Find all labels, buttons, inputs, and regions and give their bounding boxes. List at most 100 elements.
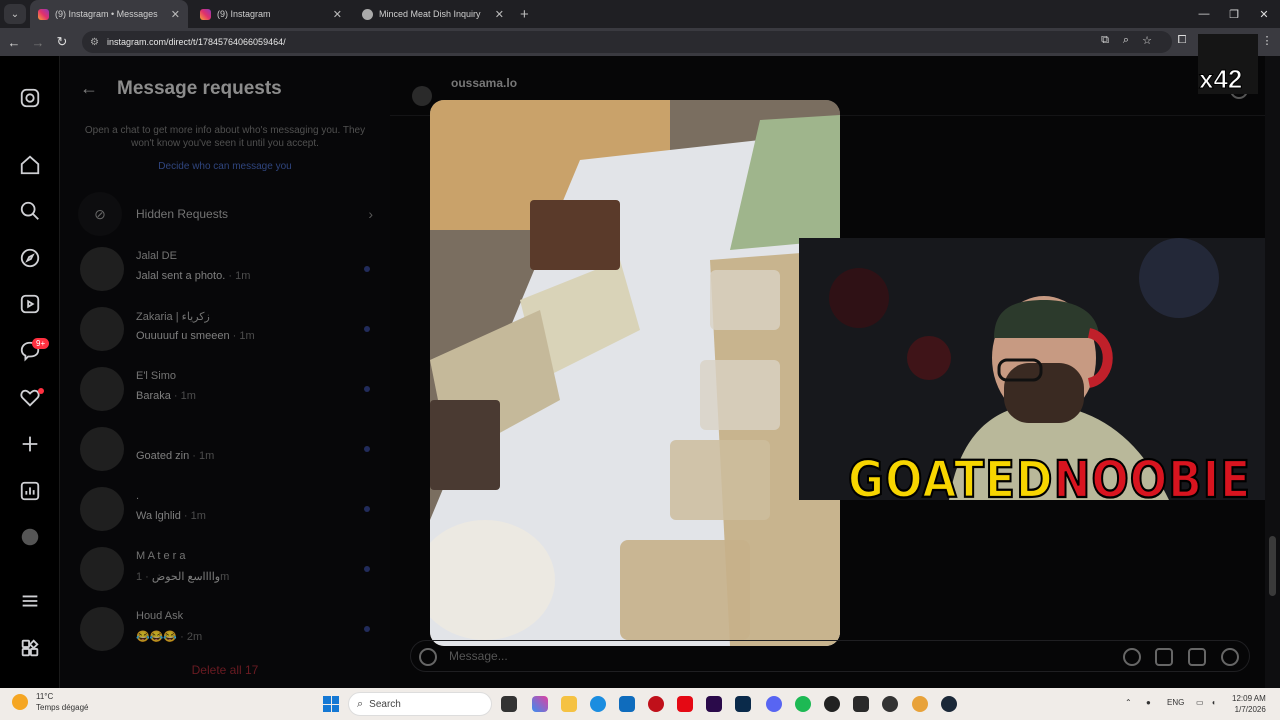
address-bar-row: ← → ↻ ⚙ instagram.com/direct/t/178457640…	[0, 28, 1280, 56]
conversation-row[interactable]: Houd Ask 😂😂😂 · 2m	[80, 604, 372, 654]
forward-icon[interactable]: →	[26, 35, 50, 50]
image-icon[interactable]	[1155, 648, 1173, 666]
install-icon[interactable]: ⧉	[1098, 34, 1112, 47]
site-info-icon[interactable]: ⚙	[90, 37, 99, 48]
netflix-icon[interactable]	[677, 696, 693, 712]
volume-icon[interactable]: ◖	[1211, 698, 1216, 707]
close-tab-icon[interactable]: ✕	[333, 8, 342, 21]
conversation-row[interactable]: E'l Simo Baraka · 1m	[80, 364, 372, 414]
new-tab-button[interactable]: +	[520, 6, 529, 23]
more-apps-icon[interactable]	[16, 634, 44, 662]
menu-icon[interactable]	[16, 587, 44, 615]
preview-text: وااااسع الحوض	[151, 571, 221, 583]
discord-icon[interactable]	[766, 696, 782, 712]
unread-dot	[364, 266, 370, 272]
avatar	[80, 487, 124, 531]
gif-icon[interactable]	[1221, 648, 1239, 666]
obs-icon[interactable]	[824, 696, 840, 712]
weather-widget[interactable]: 11°C Temps dégagé	[12, 691, 88, 713]
maximize-button[interactable]: ❐	[1218, 0, 1250, 28]
avatar	[80, 367, 124, 411]
spotify-icon[interactable]	[795, 696, 811, 712]
instagram-logo-icon[interactable]	[16, 84, 44, 112]
unread-dot	[364, 626, 370, 632]
conversation-row[interactable]: Jalal DE Jalal sent a photo. · 1m	[80, 244, 372, 294]
close-tab-icon[interactable]: ✕	[495, 8, 504, 21]
network-icon[interactable]: ▭	[1196, 698, 1204, 707]
preview-time: · 1m	[232, 330, 255, 342]
microphone-tray-icon[interactable]: ●	[1146, 698, 1151, 707]
decide-who-link[interactable]: Decide who can message you	[80, 161, 370, 172]
clock-time: 12:09 AM	[1232, 694, 1266, 703]
scrollbar-thumb[interactable]	[1269, 536, 1276, 596]
delete-all-button[interactable]: Delete all 17	[60, 663, 390, 677]
conversation-row[interactable]: M A t e r a وااااسع الحوض · 1m	[80, 544, 372, 594]
conversation-row[interactable]: Zakaria | زكرياء Ouuuuuf u smeeen · 1m	[80, 304, 372, 354]
tab-instagram-messages[interactable]: (9) Instagram • Messages ✕	[30, 0, 188, 28]
windows-start-icon[interactable]	[323, 696, 339, 712]
close-window-button[interactable]: ✕	[1248, 0, 1280, 28]
shared-photo[interactable]	[430, 100, 840, 646]
unread-dot	[364, 446, 370, 452]
chevron-right-icon: ›	[368, 206, 373, 222]
conversation-row[interactable]: . Wa lghlid · 1m	[80, 484, 372, 534]
url-field[interactable]: ⚙ instagram.com/direct/t/178457640660594…	[82, 31, 1172, 53]
message-input[interactable]: Message...	[449, 649, 508, 663]
hidden-requests-label: Hidden Requests	[136, 207, 229, 221]
close-tab-icon[interactable]: ✕	[171, 8, 180, 21]
instagram-icon	[38, 8, 49, 20]
zoom-icon[interactable]: ⌕	[1119, 34, 1133, 47]
back-icon[interactable]: ←	[2, 35, 26, 50]
copilot-icon[interactable]	[532, 696, 548, 712]
edge-icon[interactable]	[590, 696, 606, 712]
sticker-icon[interactable]	[1188, 648, 1206, 666]
weather-sun-icon	[12, 694, 28, 710]
explore-icon[interactable]	[16, 244, 44, 272]
store-icon[interactable]	[619, 696, 635, 712]
message-composer[interactable]: Message...	[410, 640, 1250, 672]
opera-icon[interactable]	[648, 696, 664, 712]
tray-chevron-icon[interactable]: ⌃	[1125, 698, 1132, 707]
conversation-preview: Goated zin · 1m	[136, 450, 214, 462]
file-explorer-icon[interactable]	[561, 696, 577, 712]
chrome-icon[interactable]	[912, 696, 928, 712]
avatar	[80, 307, 124, 351]
chat-username[interactable]: oussama.lo	[451, 76, 517, 90]
microphone-icon[interactable]	[1123, 648, 1141, 666]
steam-icon[interactable]	[941, 696, 957, 712]
preview-text: Ouuuuuf u smeeen	[136, 330, 230, 342]
taskbar-search[interactable]: ⌕ Search	[348, 692, 492, 716]
bookmark-star-icon[interactable]: ☆	[1140, 34, 1154, 47]
stream-logo: GOATEDNOOBIE	[847, 450, 1251, 511]
system-clock[interactable]: 12:09 AM 1/7/2026	[1232, 693, 1266, 715]
back-arrow-icon[interactable]: ←	[80, 78, 98, 99]
app-icon[interactable]	[882, 696, 898, 712]
url-text: instagram.com/direct/t/17845764066059464…	[106, 37, 286, 47]
terminal-icon[interactable]	[853, 696, 869, 712]
chat-avatar[interactable]	[412, 86, 432, 106]
task-view-icon[interactable]	[501, 696, 517, 712]
emoji-icon[interactable]	[419, 648, 437, 666]
browser-menu-icon[interactable]: ⋮	[1260, 34, 1274, 47]
home-icon[interactable]	[16, 151, 44, 179]
create-icon[interactable]	[16, 430, 44, 458]
premiere-icon[interactable]	[706, 696, 722, 712]
tab-instagram[interactable]: (9) Instagram ✕	[192, 0, 350, 28]
dashboard-icon[interactable]	[16, 477, 44, 505]
photoshop-icon[interactable]	[735, 696, 751, 712]
language-indicator[interactable]: ENG	[1167, 698, 1184, 707]
reels-icon[interactable]	[16, 290, 44, 318]
hidden-requests-row[interactable]: ⊘ Hidden Requests ›	[78, 192, 373, 236]
reload-icon[interactable]: ↻	[50, 34, 74, 50]
minimize-button[interactable]: —	[1188, 0, 1220, 28]
scrollbar[interactable]	[1265, 56, 1280, 688]
extensions-icon[interactable]: ⧠	[1175, 34, 1189, 47]
tab-minced-meat[interactable]: Minced Meat Dish Inquiry ✕	[354, 0, 512, 28]
conversation-row[interactable]: Goated zin · 1m	[80, 424, 372, 474]
avatar	[80, 607, 124, 651]
conversation-preview: 😂😂😂 · 2m	[136, 630, 202, 643]
conversation-preview: وااااسع الحوض · 1m	[136, 570, 229, 583]
profile-avatar[interactable]	[16, 523, 44, 551]
search-icon[interactable]	[16, 197, 44, 225]
tab-search-button[interactable]: ⌄	[4, 4, 26, 24]
